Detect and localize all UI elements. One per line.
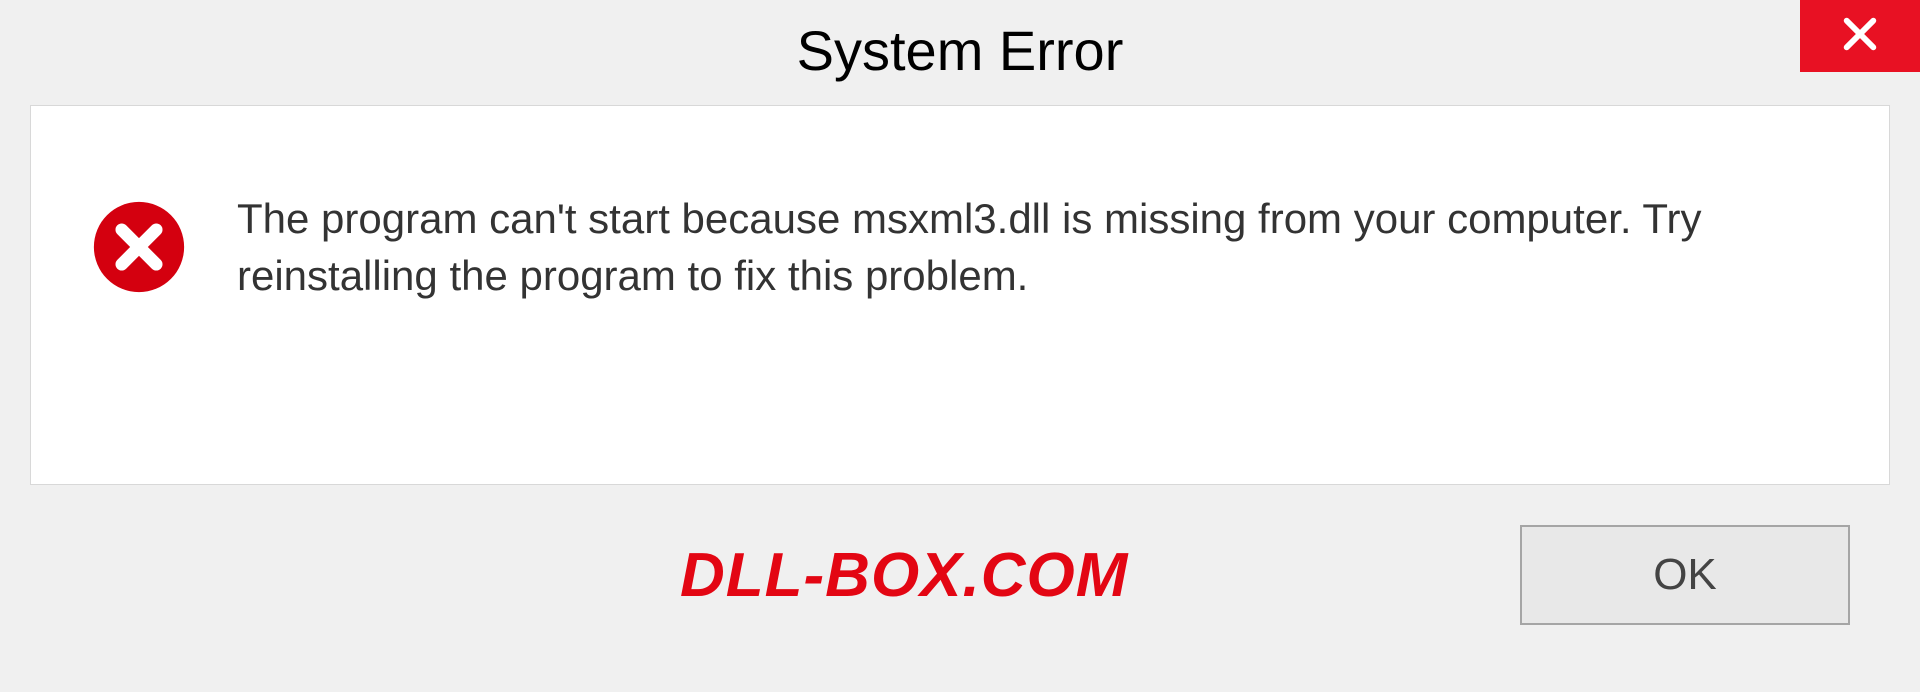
close-icon bbox=[1840, 14, 1880, 59]
dialog-footer: DLL-BOX.COM OK bbox=[0, 485, 1920, 625]
error-message: The program can't start because msxml3.d… bbox=[237, 191, 1829, 304]
error-icon bbox=[91, 199, 187, 295]
content-panel: The program can't start because msxml3.d… bbox=[30, 105, 1890, 485]
error-dialog: System Error The program can't start bec… bbox=[0, 0, 1920, 692]
close-button[interactable] bbox=[1800, 0, 1920, 72]
dialog-title: System Error bbox=[797, 18, 1124, 83]
ok-button[interactable]: OK bbox=[1520, 525, 1850, 625]
titlebar: System Error bbox=[0, 0, 1920, 100]
watermark-text: DLL-BOX.COM bbox=[680, 540, 1128, 611]
